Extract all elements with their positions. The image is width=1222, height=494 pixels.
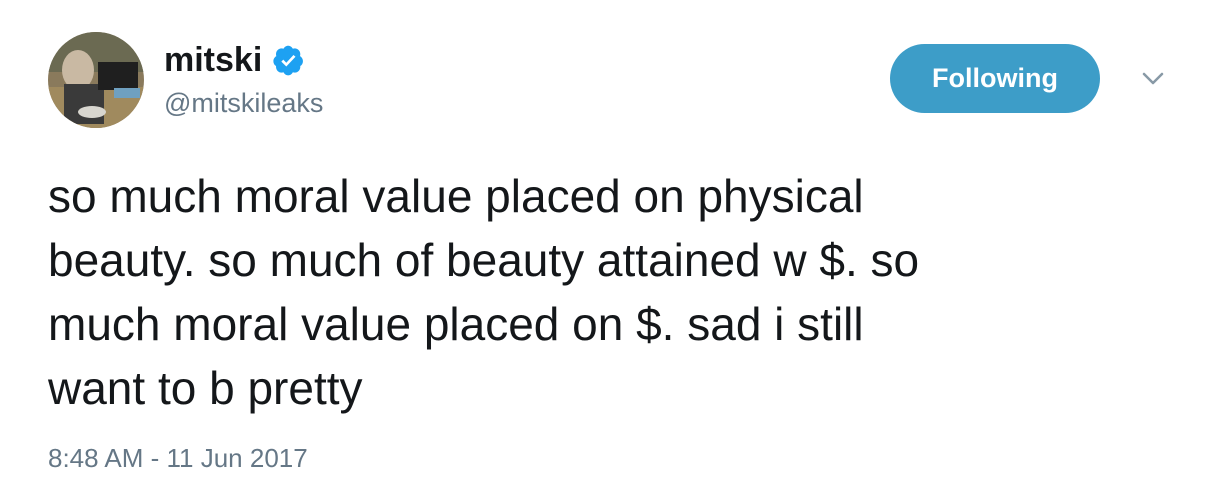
display-name[interactable]: mitski <box>164 40 305 80</box>
tweet-card: mitski @mitskileaks Following so much mo… <box>0 0 1222 494</box>
following-button-label: Following <box>932 63 1058 93</box>
tweet-text-line: much moral value placed on $. sad i stil… <box>48 298 864 350</box>
tweet-text-line: beauty. so much of beauty attained w $. … <box>48 234 920 286</box>
user-handle[interactable]: @mitskileaks <box>164 86 323 120</box>
profile-photo-icon <box>48 32 144 128</box>
following-button[interactable]: Following <box>890 44 1100 113</box>
avatar[interactable] <box>48 32 144 128</box>
verified-badge-icon <box>273 45 304 75</box>
tweet-text: so much moral value placed on physical b… <box>48 164 1188 420</box>
tweet-timestamp[interactable]: 8:48 AM - 11 Jun 2017 <box>48 442 308 474</box>
tweet-text-line: so much moral value placed on physical <box>48 170 864 222</box>
tweet-text-line: want to b pretty <box>48 362 363 414</box>
chevron-down-icon[interactable] <box>1138 66 1168 92</box>
display-name-text[interactable]: mitski <box>164 40 262 80</box>
